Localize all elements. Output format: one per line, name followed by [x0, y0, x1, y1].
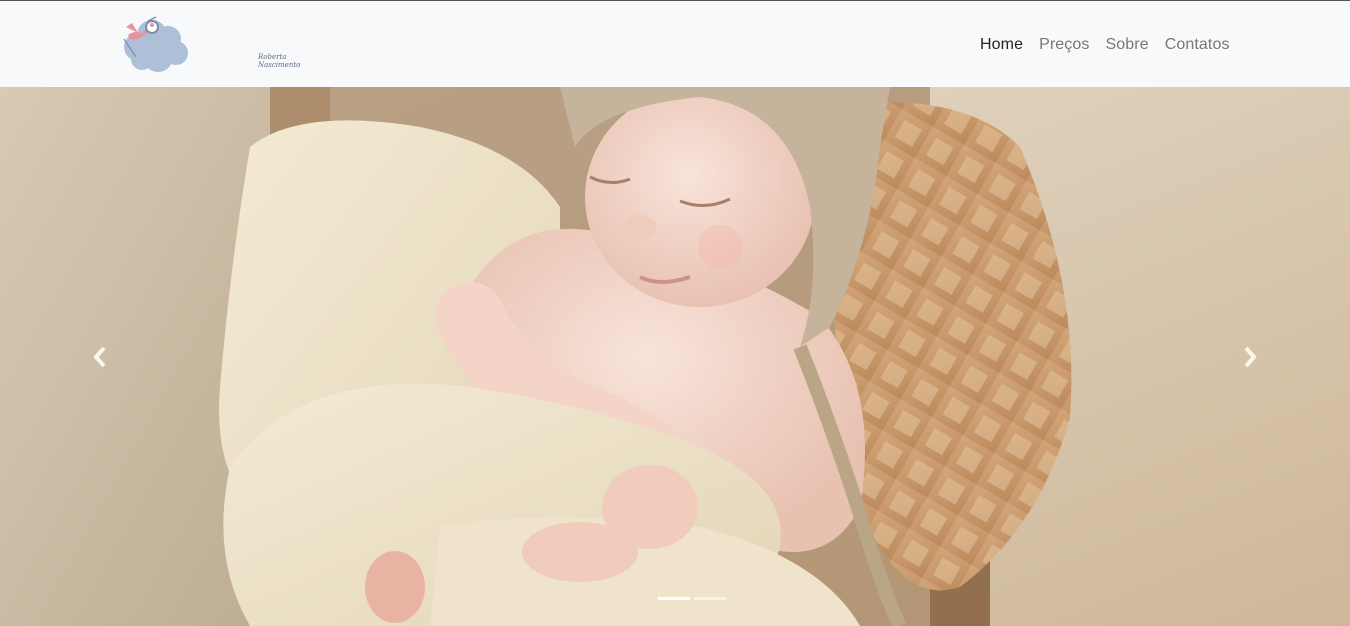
navbar: Roberta Nascimento Home Preços Sobre Con…: [0, 1, 1350, 87]
nav-contatos[interactable]: Contatos: [1165, 34, 1230, 56]
main-nav: Home Preços Sobre Contatos: [980, 34, 1230, 56]
chevron-left-icon: [93, 346, 106, 368]
logo-text: Roberta Nascimento: [258, 53, 301, 69]
nav-precos[interactable]: Preços: [1039, 34, 1089, 56]
carousel-indicator-1[interactable]: [658, 597, 690, 600]
nav-home[interactable]: Home: [980, 34, 1023, 56]
nav-sobre[interactable]: Sobre: [1106, 34, 1149, 56]
carousel-indicators: [658, 597, 726, 600]
carousel-indicator-2[interactable]: [694, 597, 726, 600]
carousel-next-button[interactable]: [1150, 287, 1350, 427]
stork-cloud-logo-icon: [123, 16, 188, 72]
brand-logo[interactable]: Roberta Nascimento: [118, 13, 300, 75]
hero-carousel: [0, 87, 1350, 626]
carousel-prev-button[interactable]: [0, 287, 200, 427]
hero-photo: [0, 87, 1350, 626]
chevron-right-icon: [1244, 346, 1257, 368]
